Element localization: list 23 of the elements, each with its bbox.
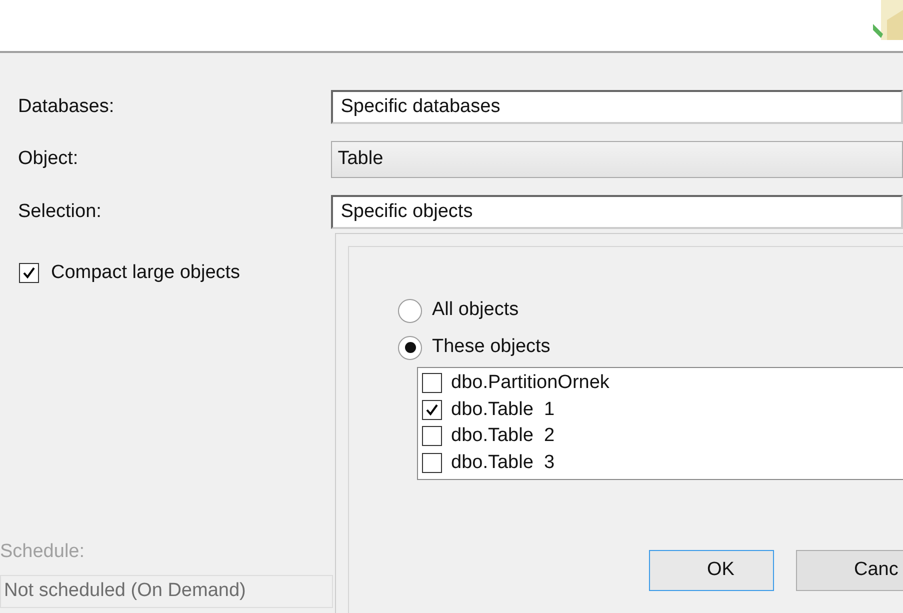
checkbox-label: Compact large objects [51, 261, 240, 285]
list-item[interactable]: dbo.PartitionOrnek [451, 372, 610, 394]
checkbox[interactable] [19, 263, 39, 284]
list-checkbox[interactable] [422, 452, 442, 473]
radio-label: All objects [432, 298, 519, 322]
radio-label: These objects [432, 335, 550, 360]
dialog-button[interactable]: OK [649, 550, 774, 591]
dropdown[interactable]: Specific databases [330, 90, 903, 124]
list-item[interactable]: dbo.Table 2 [451, 425, 555, 448]
list-checkbox[interactable] [422, 426, 442, 446]
radio-button[interactable] [398, 298, 422, 322]
list-checkbox[interactable] [422, 373, 442, 394]
dropdown[interactable]: Specific objects [330, 195, 903, 229]
field-label: Databases: [17, 94, 116, 119]
radio-button[interactable] [398, 336, 422, 360]
list-item[interactable]: dbo.Table 1 [451, 398, 555, 421]
dropdown[interactable]: Table [330, 141, 903, 178]
list-item[interactable]: dbo.Table 3 [451, 452, 555, 474]
dialog-button[interactable]: Canc [796, 550, 903, 591]
field-label: Selection: [17, 200, 102, 224]
schedule-label: Schedule: [0, 540, 86, 564]
field-label: Object: [17, 147, 80, 172]
list-checkbox[interactable] [422, 400, 442, 420]
